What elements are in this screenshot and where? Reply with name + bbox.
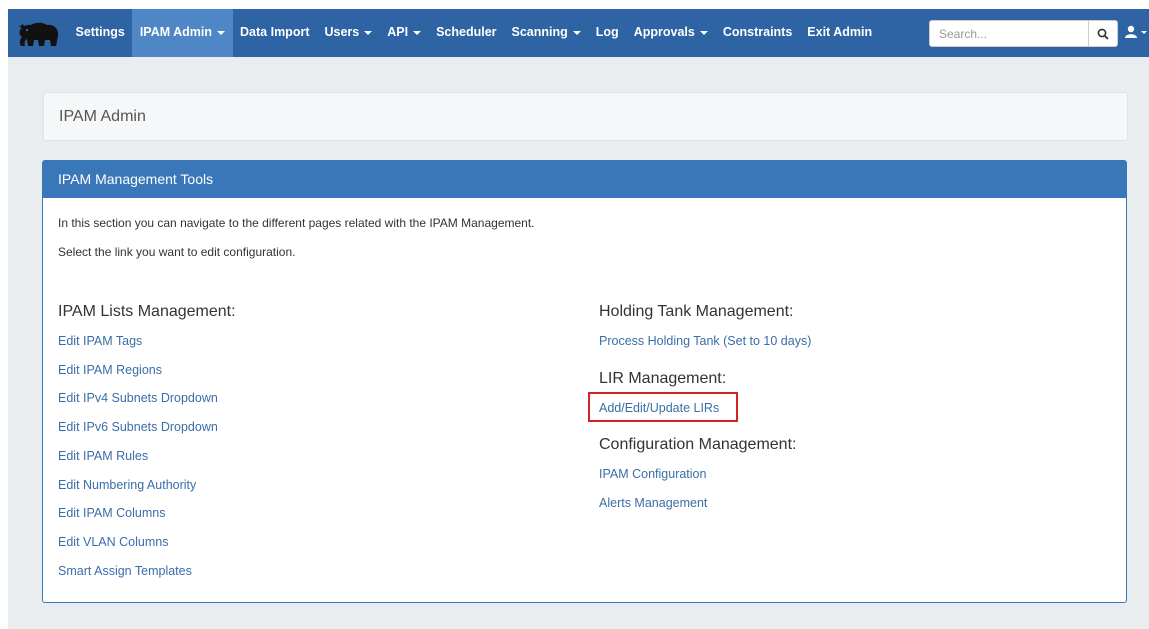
instruction-text: Select the link you want to edit configu… bbox=[58, 245, 296, 259]
link-edit-ipam-regions[interactable]: Edit IPAM Regions bbox=[58, 363, 162, 377]
panel-heading: IPAM Management Tools bbox=[43, 161, 1126, 198]
nav-item-label: Users bbox=[324, 25, 360, 39]
nav-item-label: Approvals bbox=[633, 25, 695, 39]
nav-item-users[interactable]: Users bbox=[317, 9, 380, 57]
configuration-management-title: Configuration Management: bbox=[599, 436, 797, 453]
caret-down-icon bbox=[217, 30, 226, 35]
search-button[interactable] bbox=[1088, 20, 1118, 47]
app-window: Settings IPAM Admin Data Import Users API Sch… bbox=[8, 9, 1149, 629]
nav-item-ipam-admin[interactable]: IPAM Admin bbox=[132, 9, 233, 57]
navbar-menu: Settings IPAM Admin Data Import Users API Sch… bbox=[68, 9, 880, 57]
nav-item-scheduler[interactable]: Scheduler bbox=[429, 9, 504, 57]
link-edit-ipv4-subnets-dropdown[interactable]: Edit IPv4 Subnets Dropdown bbox=[58, 391, 218, 405]
nav-item-data-import[interactable]: Data Import bbox=[233, 9, 317, 57]
link-edit-numbering-authority[interactable]: Edit Numbering Authority bbox=[58, 478, 196, 492]
user-menu-icon[interactable] bbox=[1125, 25, 1149, 39]
nav-item-label: Settings bbox=[75, 25, 125, 39]
nav-item-label: Data Import bbox=[240, 25, 310, 39]
nav-item-label: API bbox=[387, 25, 409, 39]
nav-item-label: Constraints bbox=[722, 25, 793, 39]
nav-item-label: Scheduler bbox=[436, 25, 497, 39]
breadcrumb: IPAM Admin bbox=[43, 92, 1128, 141]
caret-down-icon bbox=[413, 30, 422, 35]
process-holding-tank-link[interactable]: Process Holding Tank (Set to 10 days) bbox=[599, 334, 811, 348]
link-edit-vlan-columns[interactable]: Edit VLAN Columns bbox=[58, 535, 168, 549]
top-navbar: Settings IPAM Admin Data Import Users API Sch… bbox=[8, 9, 1149, 57]
link-edit-ipam-columns[interactable]: Edit IPAM Columns bbox=[58, 506, 165, 520]
search-icon bbox=[1097, 28, 1109, 40]
link-edit-ipv6-subnets-dropdown[interactable]: Edit IPv6 Subnets Dropdown bbox=[58, 420, 218, 434]
nav-item-approvals[interactable]: Approvals bbox=[626, 9, 715, 57]
link-edit-ipam-rules[interactable]: Edit IPAM Rules bbox=[58, 449, 148, 463]
lists-management-title: IPAM Lists Management: bbox=[58, 303, 236, 320]
nav-item-log[interactable]: Log bbox=[588, 9, 626, 57]
link-smart-assign-templates[interactable]: Smart Assign Templates bbox=[58, 564, 192, 578]
nav-item-scanning[interactable]: Scanning bbox=[504, 9, 588, 57]
nav-item-label: Scanning bbox=[511, 25, 568, 39]
nav-item-api[interactable]: API bbox=[380, 9, 429, 57]
nav-item-constraints[interactable]: Constraints bbox=[715, 9, 799, 57]
intro-text: In this section you can navigate to the … bbox=[58, 216, 535, 230]
nav-item-label: Log bbox=[595, 25, 619, 39]
ipam-tools-panel: IPAM Management Tools In this section yo… bbox=[42, 160, 1127, 603]
nav-item-label: Exit Admin bbox=[807, 25, 873, 39]
nav-item-label: IPAM Admin bbox=[139, 25, 213, 39]
page-title: IPAM Admin bbox=[59, 108, 146, 125]
caret-down-icon bbox=[572, 30, 581, 35]
search-input[interactable] bbox=[929, 20, 1089, 47]
caret-down-icon bbox=[364, 30, 373, 35]
link-ipam-configuration[interactable]: IPAM Configuration bbox=[599, 467, 706, 481]
link-edit-ipam-tags[interactable]: Edit IPAM Tags bbox=[58, 334, 142, 348]
add-edit-update-lirs-link[interactable]: Add/Edit/Update LIRs bbox=[599, 401, 719, 415]
nav-item-exit-admin[interactable]: Exit Admin bbox=[800, 9, 880, 57]
link-alerts-management[interactable]: Alerts Management bbox=[599, 496, 707, 510]
elephant-logo-icon[interactable] bbox=[16, 21, 60, 47]
lir-management-title: LIR Management: bbox=[599, 370, 727, 387]
caret-down-icon bbox=[699, 30, 708, 35]
holding-tank-title: Holding Tank Management: bbox=[599, 303, 794, 320]
nav-item-settings[interactable]: Settings bbox=[68, 9, 132, 57]
